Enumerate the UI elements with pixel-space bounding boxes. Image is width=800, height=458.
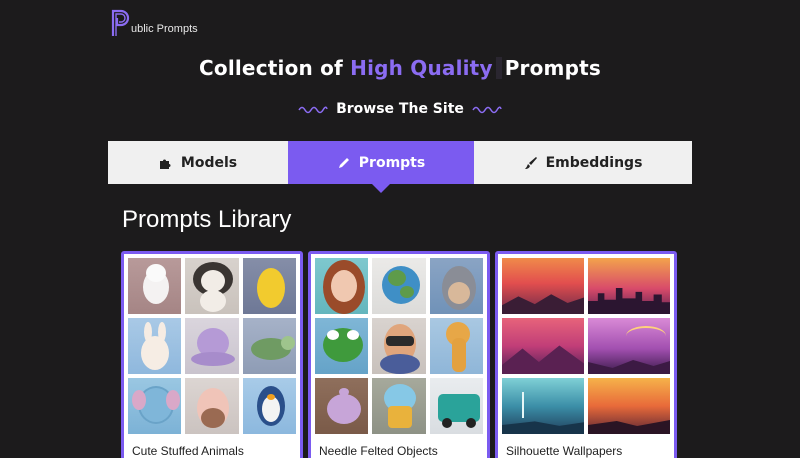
card-thumbnail-grid [311,254,487,438]
card-title: Needle Felted Objects [319,444,438,458]
thumbnail-octopus [185,318,239,374]
site-logo[interactable]: ublic Prompts [110,8,198,38]
card-thumbnail-grid [498,254,674,438]
thumbnail-globe [372,258,426,314]
card-title: Silhouette Wallpapers [506,444,623,458]
thumbnail-girl [315,258,369,314]
heading-part2: Prompts [504,56,601,80]
thumbnail-man [372,318,426,374]
thumbnail-orange-dusk [588,378,670,434]
tab-embeddings-label: Embeddings [545,154,643,171]
wave-left-icon [298,106,328,114]
pen-icon [338,157,349,168]
section-tabs: Models Prompts Embeddings [108,141,692,193]
browse-heading: Browse The Site [0,101,800,117]
browse-label: Browse The Site [336,101,464,117]
page-heading: Collection of High Quality Prompts [0,56,800,80]
thumbnail-truck [429,378,483,434]
prompt-card-needle-felted[interactable]: Needle Felted Objects [308,251,490,458]
wave-right-icon [472,106,502,114]
thumbnail-violet-ridges [588,318,670,374]
thumbnail-penguin [242,378,296,434]
thumbnail-city-skyline [588,258,670,314]
thumbnail-cupcake [372,378,426,434]
card-title: Cute Stuffed Animals [132,444,244,458]
heading-part1: Collection of [199,56,343,80]
heading-highlight: High Quality [350,56,493,80]
thumbnail-teapot [315,378,369,434]
thumbnail-pink-peaks [502,318,584,374]
thumbnail-teal-horizon [502,378,584,434]
thumbnail-pikachu [242,258,296,314]
thumbnail-giraffe [429,318,483,374]
heading-cursor [495,57,502,79]
tab-models-label: Models [180,154,238,171]
prompt-card-stuffed-animals[interactable]: Cute Stuffed Animals [121,251,303,458]
thumbnail-turtle [242,318,296,374]
logo-p-icon [111,9,130,36]
puzzle-icon [159,159,171,169]
thumbnail-pig [185,378,239,434]
thumbnail-elephant [128,378,182,434]
tab-prompts-label: Prompts [358,154,426,171]
brush-icon [524,156,537,169]
logo-text: ublic Prompts [131,23,198,35]
tab-models[interactable]: Models [108,141,288,184]
tab-prompts[interactable]: Prompts [288,141,474,193]
thumbnail-sunset-mountains [502,258,584,314]
thumbnail-bunny [128,318,182,374]
prompt-card-silhouette-wallpapers[interactable]: Silhouette Wallpapers [495,251,677,458]
tab-embeddings[interactable]: Embeddings [474,141,692,184]
thumbnail-cat [128,258,182,314]
card-thumbnail-grid [124,254,300,438]
thumbnail-frog [315,318,369,374]
library-title: Prompts Library [122,206,292,233]
thumbnail-lion [185,258,239,314]
thumbnail-totoro [429,258,483,314]
